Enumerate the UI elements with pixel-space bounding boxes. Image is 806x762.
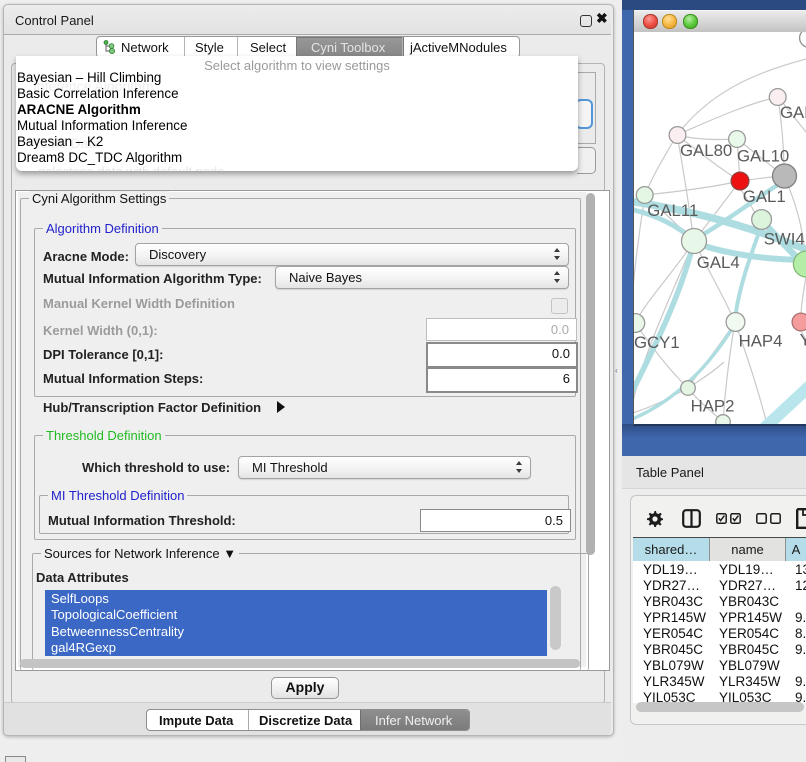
- svg-text:HAP2: HAP2: [691, 397, 735, 416]
- svg-text:SWI4: SWI4: [764, 230, 805, 249]
- svg-text:GCY1: GCY1: [634, 333, 680, 352]
- svg-text:GAL1: GAL1: [743, 187, 786, 206]
- svg-text:GAL10: GAL10: [737, 147, 789, 166]
- svg-text:Y: Y: [800, 330, 806, 349]
- svg-text:HAP4: HAP4: [739, 331, 783, 350]
- svg-text:GAL80: GAL80: [680, 141, 732, 160]
- svg-text:GAL7: GAL7: [780, 103, 806, 122]
- svg-text:GAL4: GAL4: [697, 253, 740, 272]
- svg-text:GAL11: GAL11: [647, 201, 698, 220]
